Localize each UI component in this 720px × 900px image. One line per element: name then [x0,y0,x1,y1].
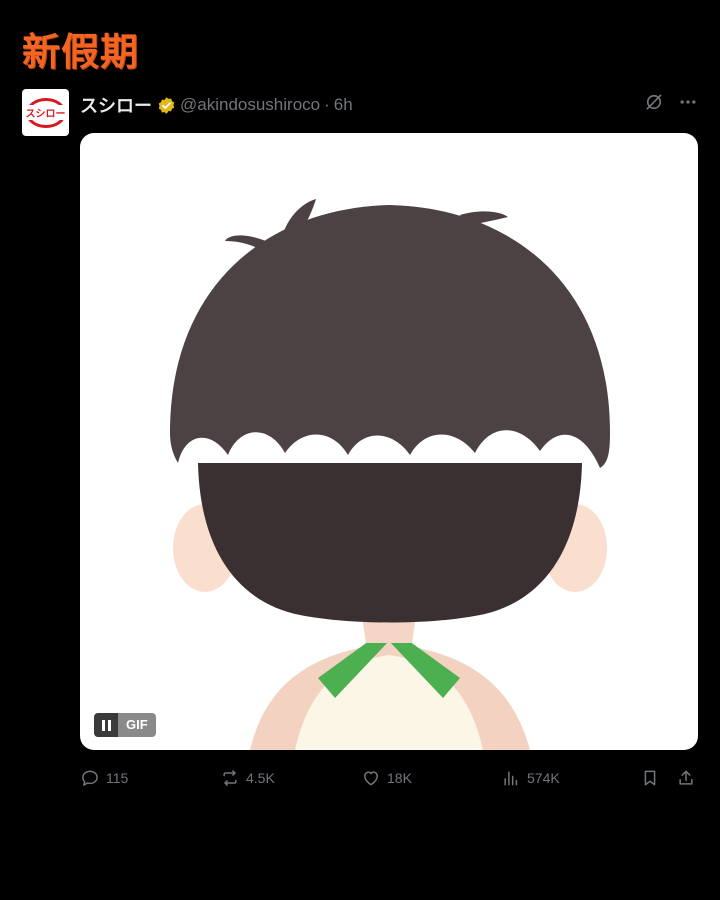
brand-logo: 新假期 [20,30,141,74]
pause-icon[interactable] [94,713,118,737]
post-time[interactable]: 6h [334,95,353,115]
like-count: 18K [387,770,412,786]
reply-icon [82,770,98,786]
header-actions [644,92,698,112]
views-button[interactable]: 574K [501,766,560,790]
repost-icon [223,770,237,786]
bookmark-button[interactable] [640,766,660,790]
brand-logo-text: 新假期 [22,30,140,74]
gif-illustration [170,199,610,750]
hair-lower [198,463,582,623]
tweet-header: スシロー スシロー @akindosushiroco · 6h [22,86,698,138]
repost-count: 4.5K [246,770,275,786]
more-icon[interactable] [678,92,698,112]
display-name[interactable]: スシロー [80,92,152,118]
gif-badge[interactable]: GIF [94,713,156,737]
repost-button[interactable]: 4.5K [220,766,275,790]
tweet-media-gif[interactable]: GIF [80,133,698,750]
avatar-logo-text: スシロー [24,105,67,120]
share-icon [679,770,693,785]
bookmark-icon [644,770,656,786]
gif-label: GIF [118,713,156,737]
user-line: スシロー @akindosushiroco · 6h [80,92,353,118]
like-icon [364,771,378,786]
hair-upper [170,205,610,468]
grok-icon[interactable] [644,92,664,112]
reply-button[interactable]: 115 [80,766,128,790]
tweet[interactable]: スシロー スシロー @akindosushiroco · 6h GIF 115 … [22,86,698,786]
avatar-logo: スシロー [24,97,67,128]
tweet-actions: 115 4.5K 18K 574K [80,766,698,790]
reply-count: 115 [106,770,129,786]
user-handle[interactable]: @akindosushiroco [180,95,320,115]
views-icon [504,771,518,786]
separator-dot: · [324,95,330,114]
like-button[interactable]: 18K [361,766,412,790]
share-button[interactable] [676,766,696,790]
views-count: 574K [527,770,560,786]
verified-badge-icon [158,96,175,114]
avatar[interactable]: スシロー [22,89,69,136]
